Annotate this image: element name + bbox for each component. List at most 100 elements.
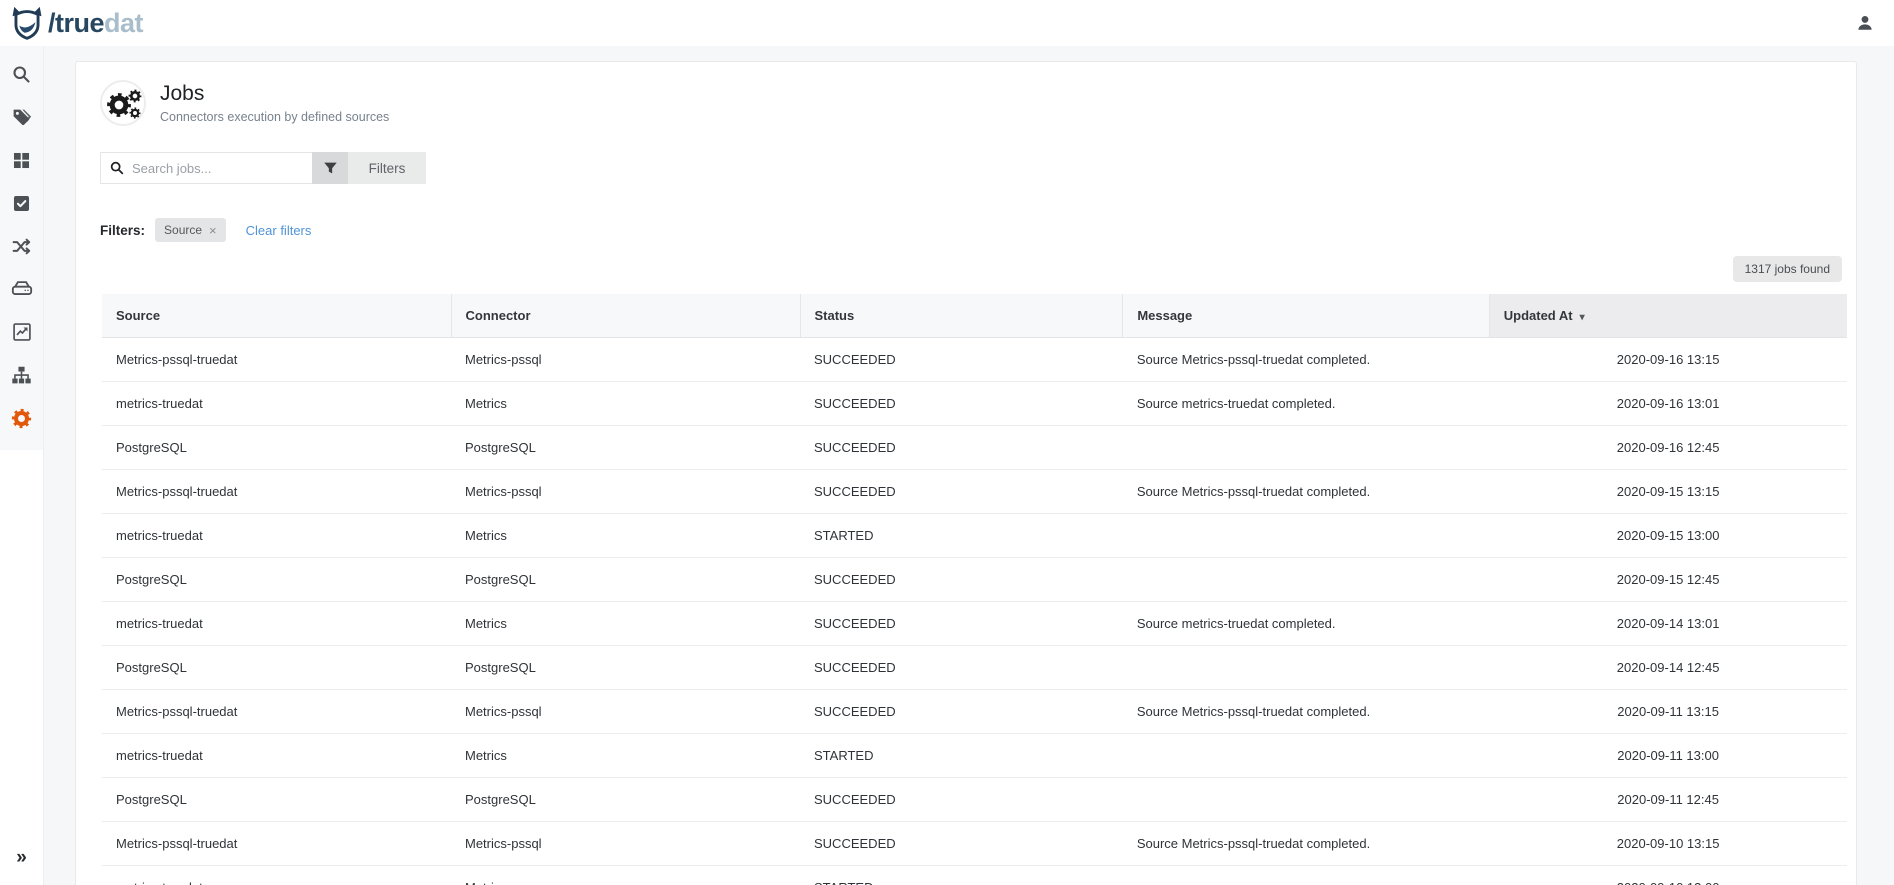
filter-funnel-button[interactable]: [312, 152, 348, 184]
cell-connector: PostgreSQL: [451, 426, 800, 470]
brand-primary: /true: [48, 8, 104, 38]
sidebar-item-grid[interactable]: [10, 148, 34, 172]
cell-connector: Metrics: [451, 382, 800, 426]
cell-updated-at: 2020-09-10 13:00: [1489, 866, 1847, 885]
cell-source: PostgreSQL: [102, 646, 451, 690]
jobs-table: Source Connector Status Message Updated …: [102, 294, 1847, 885]
cell-message: [1123, 558, 1489, 602]
sidebar-item-settings[interactable]: [10, 406, 34, 430]
cell-status: SUCCEEDED: [800, 470, 1123, 514]
cell-message: Source metrics-truedat completed.: [1123, 602, 1489, 646]
cell-status: STARTED: [800, 866, 1123, 885]
cell-connector: Metrics-pssql: [451, 822, 800, 866]
filters-label: Filters:: [100, 223, 145, 238]
cell-status: SUCCEEDED: [800, 778, 1123, 822]
cell-message: Source Metrics-pssql-truedat completed.: [1123, 470, 1489, 514]
sidebar-item-sitemap[interactable]: [10, 363, 34, 387]
tags-icon: [11, 107, 32, 128]
sidebar-expand-button[interactable]: »: [0, 833, 43, 885]
top-bar: /truedat: [0, 0, 1894, 46]
check-square-icon: [12, 194, 31, 213]
user-menu-button[interactable]: [1852, 10, 1878, 36]
table-row: metrics-truedat Metrics STARTED 2020-09-…: [102, 866, 1847, 885]
cell-message: [1123, 734, 1489, 778]
jobs-table-body: Metrics-pssql-truedat Metrics-pssql SUCC…: [102, 338, 1847, 885]
table-row: Metrics-pssql-truedat Metrics-pssql SUCC…: [102, 690, 1847, 734]
cell-connector: Metrics-pssql: [451, 690, 800, 734]
column-header-message[interactable]: Message: [1123, 294, 1489, 338]
jobs-table-wrap: Source Connector Status Message Updated …: [76, 294, 1856, 885]
cell-updated-at: 2020-09-15 13:15: [1489, 470, 1847, 514]
table-row: metrics-truedat Metrics SUCCEEDED Source…: [102, 382, 1847, 426]
cell-updated-at: 2020-09-14 13:01: [1489, 602, 1847, 646]
cell-source: metrics-truedat: [102, 734, 451, 778]
jobs-cogs-icon: [100, 80, 146, 126]
table-row: metrics-truedat Metrics STARTED 2020-09-…: [102, 514, 1847, 558]
brand-text: /truedat: [48, 10, 143, 37]
truedat-logo[interactable]: /truedat: [10, 6, 143, 40]
cell-source: PostgreSQL: [102, 778, 451, 822]
sidebar-item-tags[interactable]: [10, 105, 34, 129]
table-row: Metrics-pssql-truedat Metrics-pssql SUCC…: [102, 338, 1847, 382]
gear-icon: [11, 408, 32, 429]
cell-updated-at: 2020-09-16 13:15: [1489, 338, 1847, 382]
sidebar-item-chart-line[interactable]: [10, 320, 34, 344]
shuffle-icon: [11, 236, 32, 257]
filter-chip-label: Source: [164, 223, 202, 237]
table-row: Metrics-pssql-truedat Metrics-pssql SUCC…: [102, 822, 1847, 866]
remove-chip-icon[interactable]: ×: [209, 224, 217, 237]
clear-filters-link[interactable]: Clear filters: [246, 223, 312, 238]
grid-icon: [12, 151, 31, 170]
results-count-row: 1317 jobs found: [76, 256, 1856, 282]
cell-message: [1123, 426, 1489, 470]
sidebar-item-hdd[interactable]: [10, 277, 34, 301]
cell-source: metrics-truedat: [102, 382, 451, 426]
cell-updated-at: 2020-09-11 13:15: [1489, 690, 1847, 734]
cell-status: SUCCEEDED: [800, 646, 1123, 690]
cell-updated-at: 2020-09-11 12:45: [1489, 778, 1847, 822]
cell-source: metrics-truedat: [102, 866, 451, 885]
cell-connector: Metrics-pssql: [451, 338, 800, 382]
sidebar-item-check-square[interactable]: [10, 191, 34, 215]
search-input[interactable]: [132, 161, 304, 176]
jobs-card: Jobs Connectors execution by defined sou…: [75, 61, 1857, 885]
cell-source: metrics-truedat: [102, 514, 451, 558]
cell-connector: Metrics-pssql: [451, 470, 800, 514]
cell-updated-at: 2020-09-10 13:15: [1489, 822, 1847, 866]
cell-connector: PostgreSQL: [451, 558, 800, 602]
cell-status: SUCCEEDED: [800, 338, 1123, 382]
cell-connector: Metrics: [451, 866, 800, 885]
cell-message: [1123, 778, 1489, 822]
search-box: [100, 152, 312, 184]
cell-message: Source metrics-truedat completed.: [1123, 382, 1489, 426]
cell-message: [1123, 866, 1489, 885]
cell-status: SUCCEEDED: [800, 382, 1123, 426]
column-header-connector[interactable]: Connector: [451, 294, 800, 338]
cell-source: Metrics-pssql-truedat: [102, 470, 451, 514]
funnel-icon: [323, 161, 338, 175]
cell-updated-at: 2020-09-16 12:45: [1489, 426, 1847, 470]
cell-message: [1123, 514, 1489, 558]
sort-desc-icon: ▾: [1580, 312, 1585, 323]
cell-message: Source Metrics-pssql-truedat completed.: [1123, 690, 1489, 734]
sidebar-item-shuffle[interactable]: [10, 234, 34, 258]
cell-connector: PostgreSQL: [451, 778, 800, 822]
column-header-status[interactable]: Status: [800, 294, 1123, 338]
cell-source: PostgreSQL: [102, 558, 451, 602]
page-subtitle: Connectors execution by defined sources: [160, 110, 389, 124]
search-row: Filters: [76, 152, 1856, 184]
cell-source: Metrics-pssql-truedat: [102, 338, 451, 382]
cell-source: Metrics-pssql-truedat: [102, 822, 451, 866]
sidebar-item-search[interactable]: [10, 62, 34, 86]
cell-connector: Metrics: [451, 602, 800, 646]
column-header-source[interactable]: Source: [102, 294, 451, 338]
cell-status: STARTED: [800, 514, 1123, 558]
cell-connector: Metrics: [451, 734, 800, 778]
filters-button[interactable]: Filters: [348, 152, 426, 184]
column-header-updated-at[interactable]: Updated At ▾: [1489, 294, 1847, 338]
main-content: Jobs Connectors execution by defined sou…: [44, 46, 1894, 885]
page-title: Jobs: [160, 82, 389, 106]
column-header-updated-at-label: Updated At: [1504, 308, 1573, 323]
cell-status: SUCCEEDED: [800, 690, 1123, 734]
sidebar-nav: [0, 46, 43, 450]
